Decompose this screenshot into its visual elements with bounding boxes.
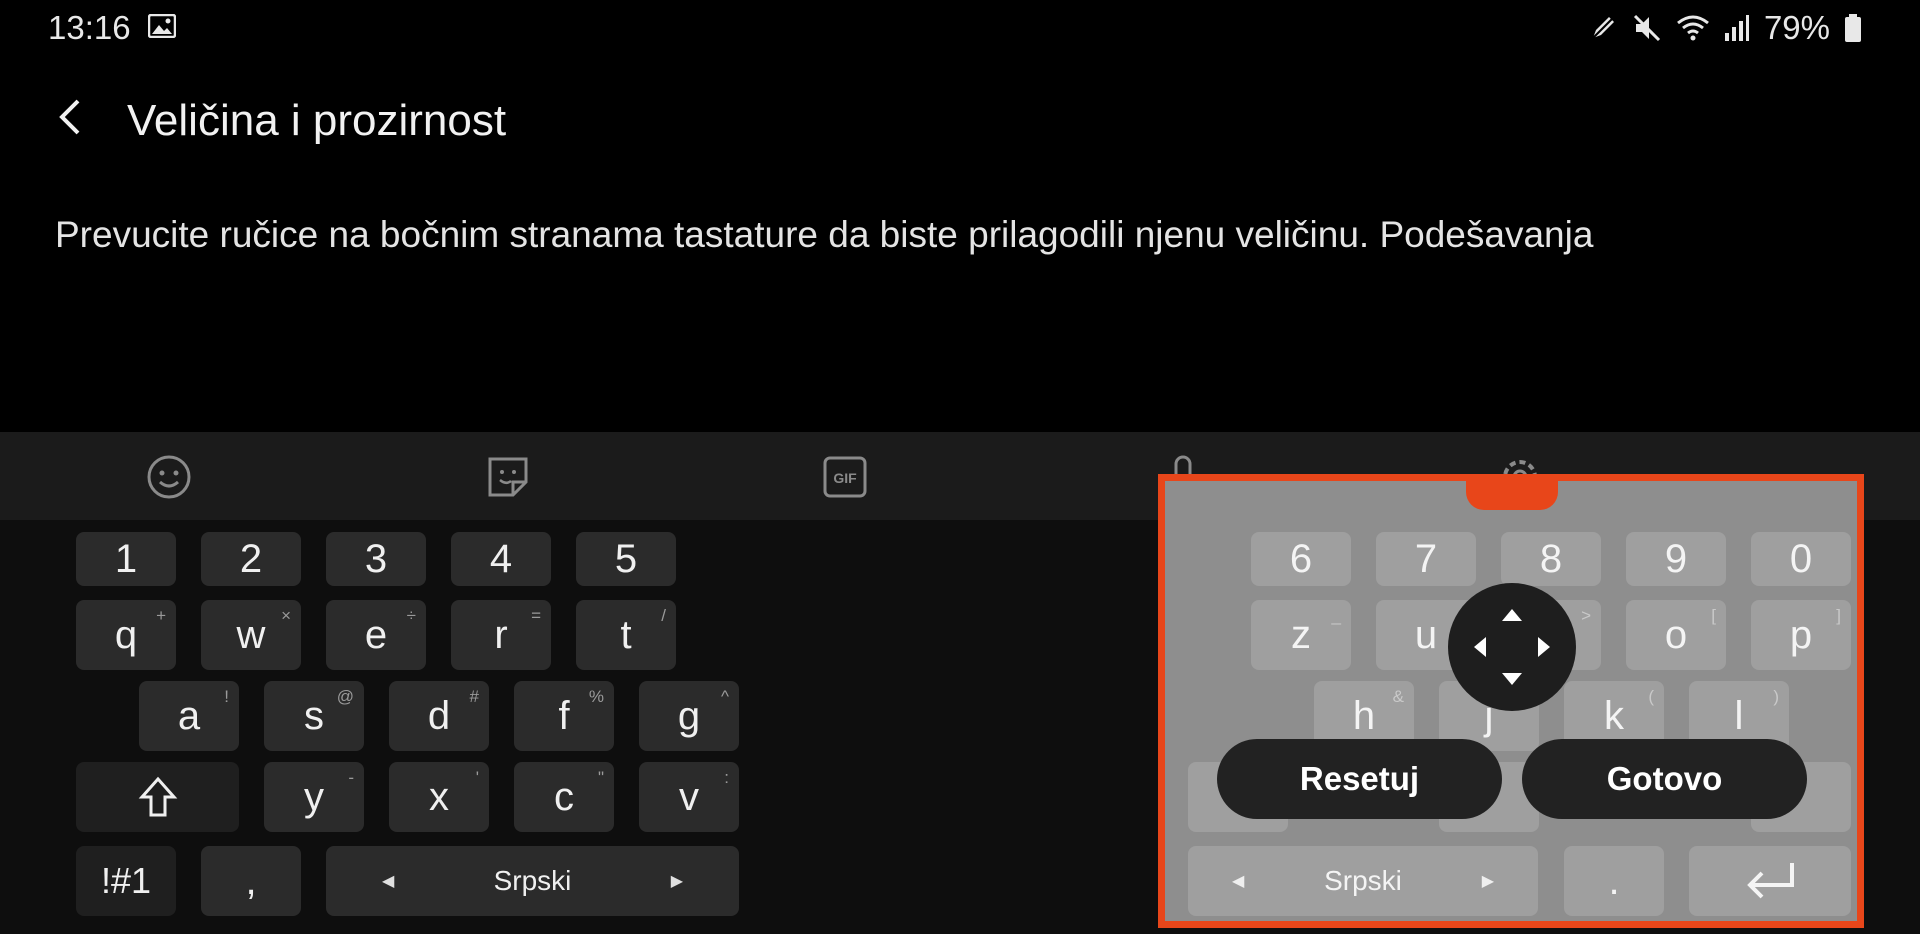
enter-icon bbox=[1747, 863, 1794, 899]
key-p[interactable]: p] bbox=[1751, 600, 1851, 670]
language-prev-icon: ◀ bbox=[1232, 873, 1245, 890]
key-q[interactable]: q + bbox=[76, 600, 176, 670]
move-arrows-icon bbox=[1474, 609, 1550, 685]
signal-icon bbox=[1724, 15, 1749, 41]
key-a[interactable]: a! bbox=[139, 681, 239, 751]
key-0[interactable]: 0 bbox=[1751, 532, 1851, 586]
period-key[interactable]: . bbox=[1564, 846, 1664, 916]
key-r[interactable]: r = bbox=[451, 600, 551, 670]
key-8[interactable]: 8 bbox=[1501, 532, 1601, 586]
back-arrow-icon[interactable] bbox=[52, 95, 92, 139]
status-time: 13:16 bbox=[48, 9, 131, 46]
resize-handle-top[interactable] bbox=[1466, 474, 1558, 510]
mute-icon bbox=[1633, 14, 1660, 42]
gif-icon[interactable]: GIF bbox=[822, 454, 868, 500]
key-4[interactable]: 4 bbox=[451, 532, 551, 586]
shift-key[interactable] bbox=[76, 762, 239, 832]
key-g[interactable]: g ^ bbox=[639, 681, 739, 751]
key-x[interactable]: x ' bbox=[389, 762, 489, 832]
key-y[interactable]: y- bbox=[264, 762, 364, 832]
key-w[interactable]: w × bbox=[201, 600, 301, 670]
page-title: Veličina i prozirnost bbox=[127, 96, 507, 145]
float-space-key[interactable]: ◀ Srpski ▶ bbox=[1188, 846, 1538, 916]
key-1[interactable]: 1 bbox=[76, 532, 176, 586]
shift-icon bbox=[138, 776, 177, 817]
done-button[interactable]: Gotovo bbox=[1522, 739, 1807, 819]
battery-icon bbox=[1845, 14, 1861, 42]
language-prev-icon: ◀ bbox=[382, 873, 395, 890]
sticker-icon[interactable] bbox=[485, 454, 531, 500]
wifi-icon bbox=[1677, 15, 1709, 41]
svg-text:GIF: GIF bbox=[833, 470, 857, 486]
comma-key[interactable]: , bbox=[201, 846, 301, 916]
key-6[interactable]: 6 bbox=[1251, 532, 1351, 586]
pen-icon bbox=[1590, 15, 1616, 41]
key-c[interactable]: c " bbox=[514, 762, 614, 832]
page-description: Prevucite ručice na bočnim stranama tast… bbox=[55, 214, 1594, 255]
reset-button[interactable]: Resetuj bbox=[1217, 739, 1502, 819]
space-key[interactable]: ◀ Srpski ▶ bbox=[326, 846, 739, 916]
key-e[interactable]: e ÷ bbox=[326, 600, 426, 670]
key-7[interactable]: 7 bbox=[1376, 532, 1476, 586]
key-o[interactable]: o[ bbox=[1626, 600, 1726, 670]
image-icon bbox=[148, 14, 176, 38]
enter-key[interactable] bbox=[1689, 846, 1851, 916]
key-d[interactable]: d # bbox=[389, 681, 489, 751]
symbols-key[interactable]: !#1 bbox=[76, 846, 176, 916]
key-s[interactable]: s @ bbox=[264, 681, 364, 751]
language-next-icon: ▶ bbox=[1481, 873, 1494, 890]
status-bar: 13:16 79% bbox=[0, 0, 1920, 56]
key-3[interactable]: 3 bbox=[326, 532, 426, 586]
key-z[interactable]: z _ bbox=[1251, 600, 1351, 670]
key-t[interactable]: t / bbox=[576, 600, 676, 670]
battery-percent: 79% bbox=[1763, 9, 1830, 46]
emoji-icon[interactable] bbox=[146, 454, 192, 500]
move-keyboard-button[interactable] bbox=[1448, 583, 1576, 711]
status-icons: 79% bbox=[1588, 8, 1862, 48]
key-9[interactable]: 9 bbox=[1626, 532, 1726, 586]
key-2[interactable]: 2 bbox=[201, 532, 301, 586]
key-f[interactable]: f% bbox=[514, 681, 614, 751]
key-v[interactable]: v: bbox=[639, 762, 739, 832]
language-next-icon: ▶ bbox=[670, 873, 683, 890]
key-5[interactable]: 5 bbox=[576, 532, 676, 586]
